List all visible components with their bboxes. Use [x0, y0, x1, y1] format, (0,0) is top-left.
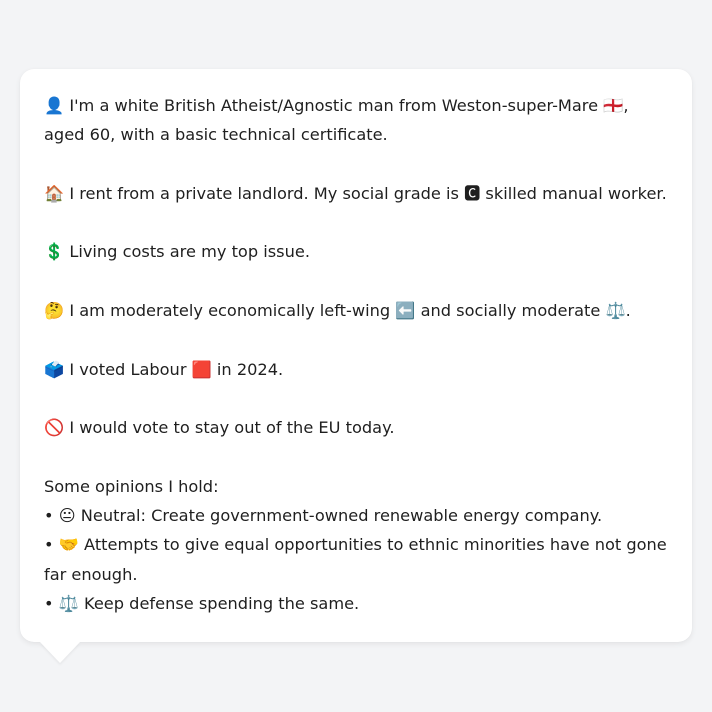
opinion-text: Attempts to give equal opportunities to …	[44, 535, 667, 584]
prohibited-icon: 🚫	[44, 418, 65, 438]
dollar-icon: 💲	[44, 242, 65, 262]
neutral-face-icon: 😐	[58, 506, 76, 526]
handshake-icon: 🤝	[58, 535, 79, 555]
speech-bubble-tail	[40, 642, 80, 663]
ideology-line: 🤔 I am moderately economically left-wing…	[44, 296, 672, 325]
opinion-item: • 🤝 Attempts to give equal opportunities…	[44, 530, 672, 589]
balance-scale-icon: ⚖️	[58, 594, 79, 614]
opinions-section: Some opinions I hold: • 😐 Neutral: Creat…	[44, 472, 672, 618]
vote-line: 🗳️ I voted Labour 🟥 in 2024.	[44, 355, 672, 384]
eu-text: I would vote to stay out of the EU today…	[69, 418, 395, 438]
house-icon: 🏠	[44, 183, 65, 203]
thinking-icon: 🤔	[44, 301, 65, 321]
vote-text: I voted Labour 🟥 in 2024.	[69, 359, 284, 379]
opinions-heading: Some opinions I hold:	[44, 476, 219, 496]
person-icon: 👤	[44, 96, 65, 115]
ideology-text: I am moderately economically left-wing ⬅…	[69, 301, 631, 321]
bullet: •	[44, 535, 54, 555]
opinion-item: • ⚖️ Keep defense spending the same.	[44, 589, 672, 618]
housing-line: 🏠 I rent from a private landlord. My soc…	[44, 179, 672, 208]
opinion-text: Neutral: Create government-owned renewab…	[80, 506, 603, 526]
top-issue-line: 💲 Living costs are my top issue.	[44, 237, 672, 266]
eu-line: 🚫 I would vote to stay out of the EU tod…	[44, 413, 672, 442]
bullet: •	[44, 594, 54, 614]
housing-text: I rent from a private landlord. My socia…	[69, 183, 667, 203]
persona-speech-bubble: 👤 I'm a white British Atheist/Agnostic m…	[20, 69, 692, 642]
opinion-text: Keep defense spending the same.	[84, 594, 360, 614]
top-issue-text: Living costs are my top issue.	[69, 242, 310, 262]
identity-line: 👤 I'm a white British Atheist/Agnostic m…	[44, 91, 672, 150]
ballot-box-icon: 🗳️	[44, 359, 65, 379]
bullet: •	[44, 506, 54, 526]
identity-text: I'm a white British Atheist/Agnostic man…	[44, 96, 629, 145]
opinion-item: • 😐 Neutral: Create government-owned ren…	[44, 501, 672, 530]
